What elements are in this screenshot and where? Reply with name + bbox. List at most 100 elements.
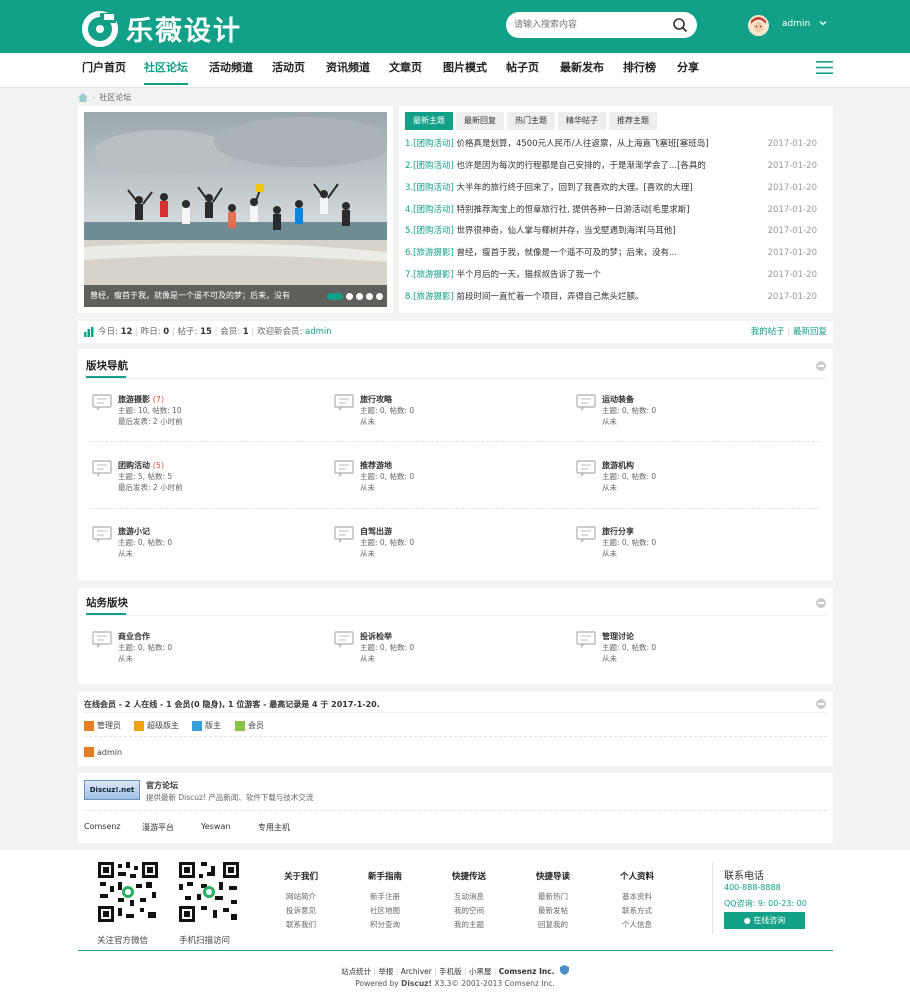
thread-category[interactable]: [团购活动] xyxy=(413,139,454,149)
thread-category[interactable]: [团购活动] xyxy=(413,161,454,171)
forum-name-text[interactable]: 旅行分享 xyxy=(602,527,634,536)
thread-category[interactable]: [团购活动] xyxy=(413,183,454,193)
forum-block[interactable]: 旅游小记 主题: 0, 帖数: 0 从未 xyxy=(92,526,332,566)
slider-dot[interactable] xyxy=(376,293,383,300)
partner-link[interactable]: 漫游平台 xyxy=(142,822,174,833)
thread-title[interactable]: 前段时间一直忙着一个项目，弄得自己焦头烂额。 xyxy=(456,292,643,302)
thread-title[interactable]: 曾经，瘦首于我，就像是一个遥不可及的梦；后来，没有... xyxy=(456,248,677,258)
forum-last-post[interactable]: 最后发表: 2 小时前 xyxy=(118,416,183,427)
nav-item-latest[interactable]: 最新发布 xyxy=(560,53,604,88)
thread-item[interactable]: 8.[旅游摄影] 前段时间一直忙着一个项目，弄得自己焦头烂额。 2017-01-2… xyxy=(405,290,817,304)
slider-dot[interactable] xyxy=(346,293,353,300)
forum-name[interactable]: 自驾出游 xyxy=(360,526,392,537)
breadcrumb-current[interactable]: 社区论坛 xyxy=(99,92,131,103)
my-posts-link[interactable]: 我的帖子 xyxy=(751,327,785,337)
footer-bottom-link[interactable]: 举报 xyxy=(378,967,393,976)
forum-name[interactable]: 团购活动 (5) xyxy=(118,460,164,471)
forum-block[interactable]: 商业合作 主题: 0, 帖数: 0 从未 xyxy=(92,631,332,671)
thread-category[interactable]: [团购活动] xyxy=(413,205,454,215)
footer-link[interactable]: 我的空间 xyxy=(434,904,504,918)
footer-link[interactable]: 积分查询 xyxy=(350,918,420,932)
footer-link[interactable]: 回复我的 xyxy=(518,918,588,932)
footer-link[interactable]: 最新发帖 xyxy=(518,904,588,918)
nav-item-thread-page[interactable]: 帖子页 xyxy=(506,53,539,88)
forum-name-text[interactable]: 旅游摄影 xyxy=(118,395,150,404)
collapse-icon[interactable] xyxy=(816,699,826,709)
thread-item[interactable]: 1.[团购活动] 价格真是划算，4500元人民币/人往返票，从上海直飞塞班[塞班… xyxy=(405,137,817,151)
nav-item-article-page[interactable]: 文章页 xyxy=(389,53,422,88)
search-input[interactable] xyxy=(514,17,664,33)
forum-block[interactable]: 旅行攻略 主题: 0, 帖数: 0 从未 xyxy=(334,394,574,434)
forum-block[interactable]: 运动装备 主题: 0, 帖数: 0 从未 xyxy=(576,394,816,434)
forum-name-text[interactable]: 运动装备 xyxy=(602,395,634,404)
online-user-name[interactable]: admin xyxy=(97,748,122,757)
nav-item-image-mode[interactable]: 图片模式 xyxy=(443,53,487,88)
thread-item[interactable]: 3.[团购活动] 大半年的旅行终于回来了，回到了我喜欢的大理。[喜欢的大理] 20… xyxy=(405,181,817,195)
footer-link[interactable]: 新手注册 xyxy=(350,890,420,904)
online-summary[interactable]: 在线会员 - 2 人在线 - 1 会员(0 隐身), 1 位游客 - 最高记录是… xyxy=(84,699,380,710)
chevron-down-icon[interactable] xyxy=(818,18,828,28)
forum-name[interactable]: 推荐游地 xyxy=(360,460,392,471)
slider-dot[interactable] xyxy=(366,293,373,300)
latest-replies-link[interactable]: 最新回复 xyxy=(793,327,827,337)
home-icon[interactable] xyxy=(78,92,88,102)
thread-item[interactable]: 6.[旅游摄影] 曾经，瘦首于我，就像是一个遥不可及的梦；后来，没有... 201… xyxy=(405,246,817,260)
footer-link[interactable]: 互动消息 xyxy=(434,890,504,904)
forum-block[interactable]: 投诉检举 主题: 0, 帖数: 0 从未 xyxy=(334,631,574,671)
footer-link[interactable]: 我的主题 xyxy=(434,918,504,932)
forum-name[interactable]: 旅游摄影 (7) xyxy=(118,394,164,405)
photo-slider[interactable]: 曾经，瘦首于我，就像是一个遥不可及的梦；后来，没有 xyxy=(84,112,387,307)
tab-hot-threads[interactable]: 热门主题 xyxy=(507,112,555,130)
thread-title[interactable]: 价格真是划算，4500元人民币/人往返票，从上海直飞塞班[塞班岛] xyxy=(456,139,708,149)
new-member-link[interactable]: admin xyxy=(305,327,332,337)
footer-link[interactable]: 最新热门 xyxy=(518,890,588,904)
thread-category[interactable]: [团购活动] xyxy=(413,226,454,236)
thread-title[interactable]: 特别推荐淘宝上的恒章旅行社, 提供各种一日游活动[毛里求斯] xyxy=(456,205,689,215)
footer-link[interactable]: 联系我们 xyxy=(266,918,336,932)
forum-last-post[interactable]: 最后发表: 2 小时前 xyxy=(118,482,183,493)
thread-title[interactable]: 世界很神奇，仙人掌与椰树并存，当戈壁遇到海洋[马耳他] xyxy=(456,226,675,236)
forum-name[interactable]: 旅行分享 xyxy=(602,526,634,537)
forum-name-text[interactable]: 自驾出游 xyxy=(360,527,392,536)
forum-block[interactable]: 旅行分享 主题: 0, 帖数: 0 从未 xyxy=(576,526,816,566)
thread-item[interactable]: 7.[旅游摄影] 半个月后的一天，猫叔叔告诉了我一个 2017-01-20 xyxy=(405,268,817,282)
official-forum-title[interactable]: 官方论坛 xyxy=(146,780,178,791)
shield-icon[interactable] xyxy=(559,965,569,975)
user-name[interactable]: admin xyxy=(782,19,810,29)
nav-item-activity-channel[interactable]: 活动频道 xyxy=(209,53,253,88)
footer-link[interactable]: 网站简介 xyxy=(266,890,336,904)
thread-item[interactable]: 5.[团购活动] 世界很神奇，仙人掌与椰树并存，当戈壁遇到海洋[马耳他] 2017… xyxy=(405,224,817,238)
nav-item-share[interactable]: 分享 xyxy=(677,53,699,88)
footer-link[interactable]: 个人信息 xyxy=(602,918,672,932)
thread-title[interactable]: 也许是因为每次的行程都是自己安排的，于是渐渐学会了...[各具的 xyxy=(456,161,705,171)
tab-digest-threads[interactable]: 精华帖子 xyxy=(558,112,606,130)
nav-item-forum[interactable]: 社区论坛 xyxy=(144,53,188,88)
footer-link[interactable]: 社区地图 xyxy=(350,904,420,918)
thread-category[interactable]: [旅游摄影] xyxy=(413,270,454,280)
thread-item[interactable]: 2.[团购活动] 也许是因为每次的行程都是自己安排的，于是渐渐学会了...[各具… xyxy=(405,159,817,173)
forum-name[interactable]: 旅游小记 xyxy=(118,526,150,537)
thread-category[interactable]: [旅游摄影] xyxy=(413,248,454,258)
forum-name[interactable]: 商业合作 xyxy=(118,631,150,642)
nav-item-portal[interactable]: 门户首页 xyxy=(82,53,126,88)
partner-link[interactable]: Yeswan xyxy=(201,822,230,831)
forum-block[interactable]: 推荐游地 主题: 0, 帖数: 0 从未 xyxy=(334,460,574,500)
tab-recommended-threads[interactable]: 推荐主题 xyxy=(609,112,657,130)
site-logo[interactable]: 乐薇设计 xyxy=(82,9,242,48)
footer-bottom-link[interactable]: Comsenz Inc. xyxy=(499,967,555,976)
forum-block[interactable]: 自驾出游 主题: 0, 帖数: 0 从未 xyxy=(334,526,574,566)
forum-block[interactable]: 旅游摄影 (7) 主题: 10, 帖数: 10 最后发表: 2 小时前 xyxy=(92,394,332,434)
forum-name-text[interactable]: 旅游机构 xyxy=(602,461,634,470)
nav-item-news-channel[interactable]: 资讯频道 xyxy=(326,53,370,88)
slider-dot[interactable] xyxy=(327,293,343,300)
slider-dot[interactable] xyxy=(356,293,363,300)
thread-title[interactable]: 半个月后的一天，猫叔叔告诉了我一个 xyxy=(456,270,601,280)
collapse-icon[interactable] xyxy=(816,361,826,371)
footer-link[interactable]: 基本资料 xyxy=(602,890,672,904)
forum-name-text[interactable]: 旅游小记 xyxy=(118,527,150,536)
discuz-banner[interactable]: Discuz!.net xyxy=(84,780,140,800)
footer-bottom-link[interactable]: 站点统计 xyxy=(341,967,371,976)
forum-name[interactable]: 运动装备 xyxy=(602,394,634,405)
tab-latest-replies[interactable]: 最新回复 xyxy=(456,112,504,130)
powered-brand[interactable]: Discuz! xyxy=(401,979,432,988)
